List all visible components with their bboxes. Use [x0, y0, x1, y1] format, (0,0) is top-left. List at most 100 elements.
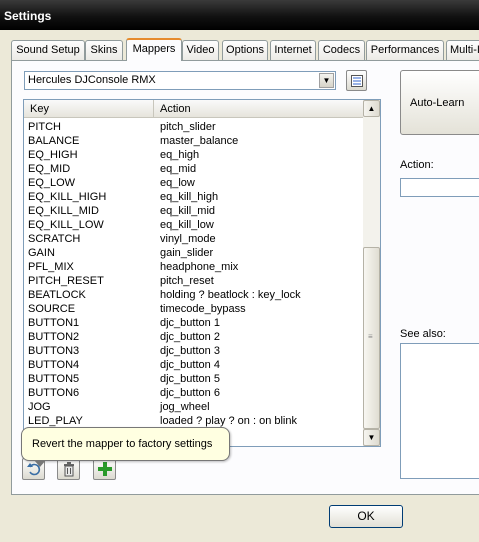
row-action: vinyl_mode — [160, 233, 216, 245]
table-row[interactable]: BUTTON6 djc_button 6 — [24, 386, 363, 400]
see-also-label: See also: — [400, 328, 446, 340]
add-icon — [98, 462, 112, 476]
row-key: BUTTON2 — [28, 331, 80, 343]
table-row[interactable]: PITCH pitch_slider — [24, 120, 363, 134]
row-action: eq_kill_mid — [160, 205, 216, 217]
row-action: djc_button 5 — [160, 373, 220, 385]
add-mapping-button[interactable] — [93, 458, 116, 480]
row-action: eq_low — [160, 177, 195, 189]
mapping-rows: PITCH pitch_slider BALANCE master_balance EQ… — [24, 120, 363, 428]
table-row[interactable]: BUTTON5 djc_button 5 — [24, 372, 363, 386]
table-row[interactable]: EQ_KILL_HIGH eq_kill_high — [24, 190, 363, 204]
row-action: eq_kill_high — [160, 191, 219, 203]
device-select-value: Hercules DJConsole RMX — [28, 74, 156, 86]
row-key: BUTTON3 — [28, 345, 80, 357]
table-row[interactable]: EQ_KILL_LOW eq_kill_low — [24, 218, 363, 232]
row-key: SOURCE — [28, 303, 76, 315]
column-header-action[interactable]: Action — [154, 100, 363, 118]
row-key: BUTTON4 — [28, 359, 80, 371]
row-action: gain_slider — [160, 247, 214, 259]
row-action: djc_button 3 — [160, 345, 220, 357]
row-key: EQ_KILL_LOW — [28, 219, 104, 231]
row-key: EQ_KILL_MID — [28, 205, 99, 217]
tab-sound-setup[interactable]: Sound Setup — [11, 40, 85, 60]
list-header: Key Action — [24, 100, 363, 118]
table-row[interactable]: BUTTON2 djc_button 2 — [24, 330, 363, 344]
column-header-key[interactable]: Key — [24, 100, 154, 118]
row-action: holding ? beatlock : key_lock — [160, 289, 301, 301]
vertical-scrollbar[interactable]: ▲ ≡ ▼ — [363, 100, 380, 446]
table-row[interactable]: BUTTON4 djc_button 4 — [24, 358, 363, 372]
row-action: djc_button 2 — [160, 331, 220, 343]
grip-icon: ≡ — [368, 332, 373, 341]
ok-button[interactable]: OK — [329, 505, 403, 528]
table-row[interactable]: GAIN gain_slider — [24, 246, 363, 260]
row-key: BALANCE — [28, 135, 80, 147]
row-action: headphone_mix — [160, 261, 239, 273]
device-select[interactable]: Hercules DJConsole RMX ▼ — [24, 71, 336, 90]
mapping-list-button[interactable] — [346, 70, 367, 91]
table-row[interactable]: SCRATCH vinyl_mode — [24, 232, 363, 246]
table-row[interactable]: EQ_MID eq_mid — [24, 162, 363, 176]
tab-mappers[interactable]: Mappers — [126, 38, 182, 61]
row-key: LED_PLAY — [28, 415, 83, 427]
tooltip-tail — [34, 460, 46, 467]
row-action: eq_kill_low — [160, 219, 214, 231]
row-key: PITCH_RESET — [28, 275, 104, 287]
mapping-list[interactable]: Key Action PITCH pitch_slider BALANCE maste… — [23, 99, 381, 447]
action-field[interactable] — [400, 178, 479, 197]
trash-icon — [64, 462, 74, 477]
row-key: BEATLOCK — [28, 289, 86, 301]
table-row[interactable]: BEATLOCK holding ? beatlock : key_lock — [24, 288, 363, 302]
table-row[interactable]: EQ_LOW eq_low — [24, 176, 363, 190]
row-action: loaded ? play ? on : on blink — [160, 415, 297, 427]
row-action: pitch_slider — [160, 121, 216, 133]
table-row[interactable]: PFL_MIX headphone_mix — [24, 260, 363, 274]
table-row[interactable]: EQ_KILL_MID eq_kill_mid — [24, 204, 363, 218]
row-action: jog_wheel — [160, 401, 210, 413]
row-key: BUTTON1 — [28, 317, 80, 329]
tab-multi-in[interactable]: Multi-In — [446, 40, 479, 60]
tab-codecs[interactable]: Codecs — [318, 40, 365, 60]
row-key: EQ_HIGH — [28, 149, 78, 161]
row-key: GAIN — [28, 247, 55, 259]
row-key: JOG — [28, 401, 51, 413]
row-action: djc_button 1 — [160, 317, 220, 329]
table-row[interactable]: BALANCE master_balance — [24, 134, 363, 148]
row-action: djc_button 4 — [160, 359, 220, 371]
delete-mapping-button[interactable] — [57, 458, 80, 480]
tab-options[interactable]: Options — [222, 40, 268, 60]
table-row[interactable]: SOURCE timecode_bypass — [24, 302, 363, 316]
row-action: master_balance — [160, 135, 239, 147]
row-key: EQ_LOW — [28, 177, 76, 189]
row-action: timecode_bypass — [160, 303, 246, 315]
scroll-down-button[interactable]: ▼ — [363, 429, 380, 446]
row-key: PITCH — [28, 121, 61, 133]
tab-video[interactable]: Video — [182, 40, 219, 60]
table-row[interactable]: LED_PLAY loaded ? play ? on : on blink — [24, 414, 363, 428]
tooltip: Revert the mapper to factory settings — [21, 427, 230, 461]
table-row[interactable]: BUTTON1 djc_button 1 — [24, 316, 363, 330]
tab-internet[interactable]: Internet — [270, 40, 316, 60]
table-row[interactable]: BUTTON3 djc_button 3 — [24, 344, 363, 358]
tab-skins[interactable]: Skins — [85, 40, 123, 60]
tab-performances[interactable]: Performances — [366, 40, 444, 60]
row-action: pitch_reset — [160, 275, 214, 287]
row-key: SCRATCH — [28, 233, 81, 245]
row-key: BUTTON5 — [28, 373, 80, 385]
settings-tabs: Sound Setup Skins Mappers Video Options … — [0, 38, 479, 61]
window-title: Settings — [0, 0, 479, 30]
chevron-down-icon[interactable]: ▼ — [319, 73, 334, 88]
scroll-up-button[interactable]: ▲ — [363, 100, 380, 117]
auto-learn-button[interactable]: Auto-Learn — [400, 70, 479, 135]
table-row[interactable]: PITCH_RESET pitch_reset — [24, 274, 363, 288]
see-also-box — [400, 343, 479, 479]
row-action: eq_high — [160, 149, 200, 161]
action-label: Action: — [400, 159, 434, 171]
table-row[interactable]: EQ_HIGH eq_high — [24, 148, 363, 162]
list-icon — [351, 75, 363, 87]
row-action: djc_button 6 — [160, 387, 220, 399]
scroll-thumb[interactable]: ≡ — [363, 247, 380, 429]
table-row[interactable]: JOG jog_wheel — [24, 400, 363, 414]
row-key: EQ_KILL_HIGH — [28, 191, 107, 203]
